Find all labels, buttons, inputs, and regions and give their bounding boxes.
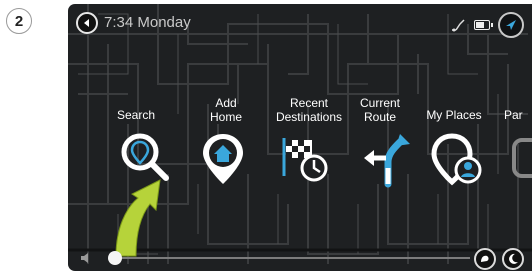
parking-label: Par bbox=[504, 108, 523, 122]
parking-icon[interactable] bbox=[510, 138, 532, 178]
status-bar: 7:34 Monday bbox=[68, 4, 532, 44]
status-icons bbox=[450, 12, 524, 38]
back-arrow-icon bbox=[84, 19, 89, 27]
battery-icon bbox=[474, 20, 493, 30]
signal-icon bbox=[452, 19, 465, 32]
current-route-icon[interactable] bbox=[360, 132, 416, 188]
my-places-label: My Places bbox=[426, 108, 482, 122]
back-button[interactable] bbox=[76, 12, 98, 34]
compass-arrow-icon bbox=[506, 20, 516, 30]
volume-slider-knob[interactable] bbox=[108, 251, 122, 265]
menu-item-add-home[interactable]: Add Home bbox=[186, 92, 266, 124]
search-label: Search bbox=[116, 108, 156, 122]
compass-button[interactable] bbox=[498, 12, 524, 38]
speaker-icon bbox=[81, 253, 88, 263]
device-screen: 7:34 Monday Search Add Home Recent Desti… bbox=[68, 4, 532, 271]
night-mode-button[interactable] bbox=[502, 248, 524, 270]
menu-item-my-places[interactable]: My Places bbox=[414, 100, 494, 122]
bottom-bar bbox=[68, 245, 532, 271]
traffic-button[interactable] bbox=[474, 248, 496, 270]
moon-icon bbox=[509, 253, 518, 264]
traffic-icon bbox=[481, 255, 489, 262]
current-route-label: Current Route bbox=[359, 96, 400, 124]
add-home-label: Add Home bbox=[209, 96, 242, 124]
menu-item-search[interactable]: Search bbox=[96, 100, 176, 122]
step-number-badge: 2 bbox=[6, 8, 32, 34]
volume-slider-track[interactable] bbox=[112, 257, 470, 259]
recent-destinations-icon[interactable] bbox=[278, 132, 334, 188]
my-places-icon[interactable] bbox=[430, 132, 486, 188]
home-pin-icon[interactable] bbox=[200, 132, 246, 188]
menu-item-parking[interactable]: Par bbox=[504, 100, 532, 122]
menu-item-current-route[interactable]: Current Route bbox=[340, 92, 420, 124]
time-day-label: 7:34 Monday bbox=[104, 14, 191, 31]
